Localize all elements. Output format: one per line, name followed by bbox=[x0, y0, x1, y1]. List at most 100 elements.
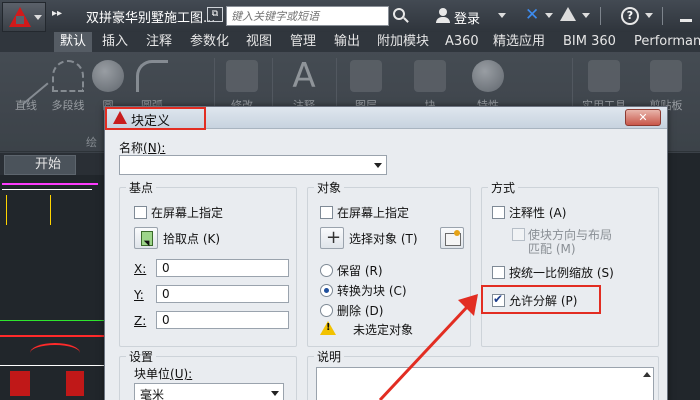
layers-tool[interactable]: 图层 bbox=[344, 56, 388, 112]
minimize-icon[interactable] bbox=[676, 6, 696, 26]
x-coordinate-input[interactable]: 0 bbox=[156, 259, 289, 277]
select-objects-button[interactable] bbox=[320, 227, 344, 249]
block-unit-value: 毫米 bbox=[140, 388, 165, 400]
text-icon: A bbox=[292, 56, 316, 96]
x-label: X: bbox=[134, 262, 147, 276]
utilities-tool[interactable]: 实用工具 bbox=[582, 56, 626, 112]
name-label: 名称(N): bbox=[119, 141, 166, 155]
drawing-roof bbox=[30, 343, 80, 363]
retain-label: 保留 (R) bbox=[337, 264, 383, 278]
objects-group: 对象 在屏幕上指定 选择对象 (T) 保留 (R) 转换为块 (C) 删除 (D… bbox=[307, 179, 471, 347]
annotative-checkbox[interactable] bbox=[492, 206, 505, 219]
drawing-line bbox=[6, 195, 7, 225]
help-icon[interactable]: ? bbox=[621, 7, 639, 25]
calculator-icon bbox=[588, 60, 620, 92]
y-label: Y: bbox=[134, 288, 144, 302]
warning-icon bbox=[320, 321, 336, 335]
search-box[interactable] bbox=[226, 6, 389, 26]
delete-label: 删除 (D) bbox=[337, 304, 384, 318]
allow-exploding-highlight-box bbox=[481, 285, 601, 314]
search-input[interactable] bbox=[227, 7, 388, 25]
drawing-line bbox=[50, 195, 51, 225]
tab-default[interactable]: 默认 bbox=[54, 32, 93, 52]
chevron-down-icon[interactable] bbox=[374, 163, 382, 168]
convert-to-block-radio[interactable] bbox=[320, 284, 333, 297]
behavior-group: 方式 注释性 (A) 使块方向与布局 匹配 (M) 按统一比例缩放 (S) 允许… bbox=[481, 179, 659, 347]
convert-to-block-label: 转换为块 (C) bbox=[337, 284, 407, 298]
a360-dropdown-icon[interactable] bbox=[582, 13, 590, 18]
exchange-apps-icon[interactable]: ✕ bbox=[525, 5, 539, 25]
drawing-canvas[interactable] bbox=[0, 175, 104, 400]
title-bar: ▸▸ 双拼豪华别墅施工图... ⧉ 登录 ✕ ? bbox=[0, 0, 700, 32]
scale-uniformly-checkbox[interactable] bbox=[492, 266, 505, 279]
block-name-combobox[interactable] bbox=[119, 155, 387, 175]
search-icon[interactable] bbox=[393, 8, 405, 20]
base-point-title: 基点 bbox=[126, 179, 157, 196]
restore-icon[interactable]: ⧉ bbox=[207, 7, 223, 22]
block-unit-select[interactable]: 毫米 bbox=[134, 383, 284, 400]
tab-start[interactable]: 开始 bbox=[4, 155, 76, 175]
user-icon bbox=[436, 8, 450, 24]
help-dropdown-icon[interactable] bbox=[645, 13, 653, 18]
arc-tool[interactable]: 圆弧 bbox=[130, 56, 174, 112]
clipboard-icon bbox=[650, 60, 682, 92]
description-group: 说明 bbox=[307, 348, 659, 400]
tab-view[interactable]: 视图 bbox=[240, 32, 278, 52]
login-dropdown-icon[interactable] bbox=[498, 13, 506, 18]
retain-radio[interactable] bbox=[320, 264, 333, 277]
objects-specify-on-screen-checkbox[interactable] bbox=[320, 206, 333, 219]
tab-manage[interactable]: 管理 bbox=[284, 32, 322, 52]
document-title: 双拼豪华别墅施工图... bbox=[86, 11, 216, 26]
polyline-tool[interactable]: 多段线 bbox=[46, 56, 90, 112]
chevron-down-icon[interactable] bbox=[271, 391, 279, 396]
drawing-line bbox=[2, 189, 92, 190]
dialog-title-bar: 块定义 ✕ bbox=[105, 107, 667, 130]
tab-parametric[interactable]: 参数化 bbox=[184, 32, 235, 52]
close-icon[interactable]: ✕ bbox=[625, 109, 661, 126]
description-textarea[interactable] bbox=[316, 367, 654, 400]
base-specify-on-screen-checkbox[interactable] bbox=[134, 206, 147, 219]
layers-icon bbox=[350, 60, 382, 92]
quick-select-button[interactable] bbox=[440, 227, 464, 249]
drawing-line bbox=[0, 365, 104, 366]
tab-output[interactable]: 输出 bbox=[328, 32, 366, 52]
line-tool[interactable]: 直线 bbox=[3, 56, 49, 112]
y-coordinate-input[interactable]: 0 bbox=[156, 285, 289, 303]
tab-bim360[interactable]: BIM 360 bbox=[557, 32, 622, 52]
drawing-door bbox=[10, 371, 30, 396]
match-orientation-checkbox[interactable] bbox=[512, 228, 525, 241]
properties-icon bbox=[472, 60, 504, 92]
quick-access-more-icon[interactable]: ▸▸ bbox=[52, 8, 62, 19]
tab-addins[interactable]: 附加模块 bbox=[371, 32, 435, 52]
block-unit-label: 块单位(U): bbox=[134, 367, 193, 381]
annotation-tool[interactable]: A 注释 bbox=[282, 56, 326, 112]
z-coordinate-input[interactable]: 0 bbox=[156, 311, 289, 329]
modify-tool[interactable]: 修改 bbox=[220, 56, 264, 112]
autodesk-a360-icon[interactable] bbox=[560, 7, 576, 21]
tab-featured-apps[interactable]: 精选应用 bbox=[487, 32, 551, 52]
panel-title: 绘 bbox=[86, 136, 97, 149]
scroll-up-icon[interactable] bbox=[643, 372, 651, 377]
tool-label: 多段线 bbox=[51, 99, 85, 112]
delete-radio[interactable] bbox=[320, 304, 333, 317]
clipboard-tool[interactable]: 剪贴板 bbox=[644, 56, 688, 112]
block-definition-dialog: 块定义 ✕ 名称(N): 基点 在屏幕上指定 拾取点 (K) X: 0 Y: 0… bbox=[104, 106, 668, 400]
polyline-icon bbox=[52, 60, 84, 92]
viewcube-area bbox=[667, 153, 700, 400]
circle-tool[interactable]: 圆 bbox=[86, 56, 130, 112]
tab-insert[interactable]: 插入 bbox=[96, 32, 134, 52]
block-tool[interactable]: 块 bbox=[408, 56, 452, 112]
arc-icon bbox=[136, 60, 168, 92]
properties-tool[interactable]: 特性 bbox=[466, 56, 510, 112]
tab-a360[interactable]: A360 bbox=[439, 32, 485, 52]
tab-annotate[interactable]: 注释 bbox=[140, 32, 178, 52]
tool-label: 直线 bbox=[15, 99, 37, 112]
exchange-dropdown-icon[interactable] bbox=[545, 13, 553, 18]
pick-point-button[interactable] bbox=[134, 227, 158, 249]
login-button[interactable]: 登录 bbox=[454, 8, 480, 27]
application-menu-button[interactable] bbox=[2, 2, 46, 32]
chevron-down-icon bbox=[34, 15, 42, 20]
ribbon-tab-bar: 默认 插入 注释 参数化 视图 管理 输出 附加模块 A360 精选应用 BIM… bbox=[0, 32, 700, 52]
tab-performance[interactable]: Performance bbox=[628, 32, 700, 52]
match-orientation-label-line2: 匹配 (M) bbox=[528, 242, 576, 256]
